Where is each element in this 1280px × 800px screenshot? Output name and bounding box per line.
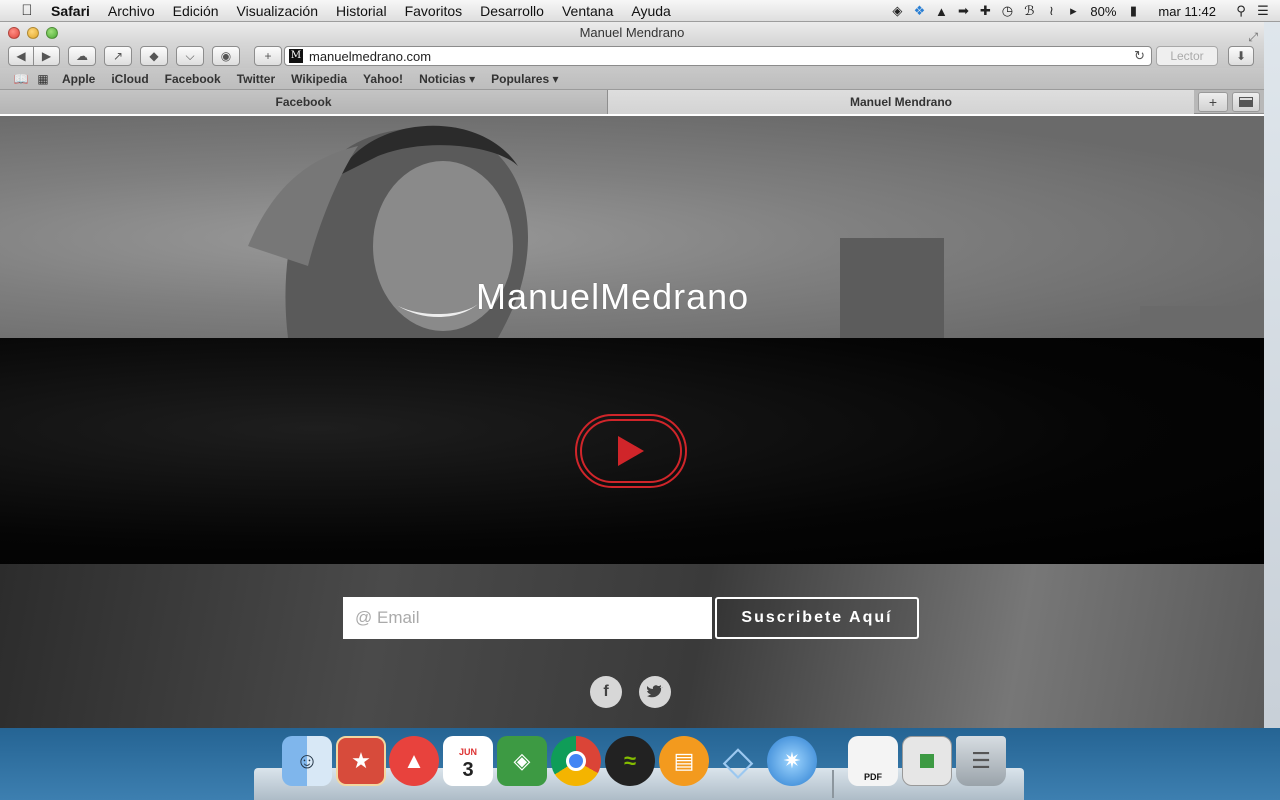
menu-historial[interactable]: Historial <box>327 3 396 19</box>
chrome-center <box>566 751 586 771</box>
site-logo-text: ManuelMedrano <box>476 276 750 317</box>
bookmark-wikipedia[interactable]: Wikipedia <box>283 72 355 86</box>
bookmark-noticias[interactable]: Noticias ▾ <box>411 72 483 86</box>
pocket-icon[interactable]: ⌵ <box>176 46 204 66</box>
time-machine-icon[interactable]: ◷ <box>996 3 1018 19</box>
reading-list-icon[interactable]: 📖 <box>10 72 32 86</box>
menu-ayuda[interactable]: Ayuda <box>622 3 679 19</box>
spotify-icon[interactable]: ≈ <box>605 736 655 786</box>
close-window-button[interactable] <box>8 27 20 39</box>
menu-ventana[interactable]: Ventana <box>553 3 622 19</box>
bookmark-facebook[interactable]: Facebook <box>157 72 229 86</box>
plus-status-icon[interactable]: ✚ <box>974 3 996 19</box>
ibooks-icon[interactable]: ▤ <box>659 736 709 786</box>
building-silhouette <box>1140 306 1264 338</box>
play-icon <box>618 436 644 466</box>
bluetooth-icon[interactable]: ℬ <box>1018 3 1040 19</box>
window-title: Manuel Mendrano <box>579 25 685 40</box>
hero-banner: ManuelMedrano <box>0 116 1264 338</box>
new-tab-button[interactable]: + <box>1198 92 1228 112</box>
zoom-window-button[interactable] <box>46 27 58 39</box>
volume-icon[interactable]: ▸ <box>1062 3 1084 19</box>
toolbar: ◀ ▶ ☁ ↗ ◆ ⌵ ◉ + M manuelmedrano.com ↻ Le… <box>0 44 1264 68</box>
web-page: ManuelMedrano @ Email Suscribete Aquí f <box>0 116 1264 728</box>
dock-divider <box>832 770 834 798</box>
reload-icon[interactable]: ↻ <box>1134 48 1145 64</box>
dropbox-status-icon[interactable]: ❖ <box>908 3 930 19</box>
signup-section: @ Email Suscribete Aquí f <box>0 564 1264 728</box>
downloads-icon[interactable]: ⬇ <box>1228 46 1254 66</box>
building-silhouette <box>840 238 944 338</box>
tab-facebook[interactable]: Facebook <box>0 90 608 114</box>
wunderlist-icon[interactable]: ★ <box>336 736 386 786</box>
bookmarks-bar: 📖 ▦ Apple iCloud Facebook Twitter Wikipe… <box>0 68 1264 90</box>
finder-icon[interactable]: ☺ <box>282 736 332 786</box>
evernote-icon[interactable]: ◈ <box>497 736 547 786</box>
clock[interactable]: mar 11:42 <box>1144 4 1230 19</box>
site-logo[interactable]: ManuelMedrano <box>476 276 749 318</box>
dock: ☺ ★ ▲ JUN 3 ◈ ≈ ▤ ◇ ✷ PDF ☰ <box>254 734 1024 800</box>
desktop-edge <box>1264 22 1280 728</box>
menubar:  Safari Archivo Edición Visualización H… <box>0 0 1280 22</box>
chrome-icon[interactable] <box>551 736 601 786</box>
add-bookmark-button[interactable]: + <box>254 46 282 66</box>
back-button[interactable]: ◀ <box>8 46 34 66</box>
sails-icon[interactable]: ▲ <box>389 736 439 786</box>
top-sites-icon[interactable]: ▦ <box>32 72 54 86</box>
forward-button[interactable]: ▶ <box>34 46 60 66</box>
address-bar[interactable]: M manuelmedrano.com ↻ <box>284 46 1152 66</box>
pdf-preview-icon[interactable]: PDF <box>848 736 898 786</box>
calendar-icon[interactable]: JUN 3 <box>443 736 493 786</box>
browser-window: Manuel Mendrano ⤢ ◀ ▶ ☁ ↗ ◆ ⌵ ◉ + M manu… <box>0 22 1264 728</box>
hat-status-icon[interactable]: ▲ <box>930 4 952 19</box>
menu-archivo[interactable]: Archivo <box>99 3 164 19</box>
extension-icon[interactable]: ◉ <box>212 46 240 66</box>
bookmark-apple[interactable]: Apple <box>54 72 103 86</box>
battery-percent[interactable]: 80% <box>1084 4 1122 19</box>
evernote-clip-icon[interactable]: ◆ <box>140 46 168 66</box>
title-bar[interactable]: Manuel Mendrano ⤢ <box>0 22 1264 44</box>
arrows-status-icon[interactable]: ➡ <box>952 3 974 19</box>
show-all-tabs-icon[interactable] <box>1232 92 1260 112</box>
url-text[interactable]: manuelmedrano.com <box>309 49 431 64</box>
menu-edicion[interactable]: Edición <box>164 3 228 19</box>
email-field[interactable]: @ Email <box>343 597 712 639</box>
sketch-icon[interactable]: ◇ <box>713 736 763 786</box>
calendar-day: 3 <box>462 759 474 781</box>
facebook-icon[interactable]: f <box>590 676 622 708</box>
bookmark-icloud[interactable]: iCloud <box>103 72 156 86</box>
bookmark-yahoo[interactable]: Yahoo! <box>355 72 411 86</box>
app-menu[interactable]: Safari <box>42 3 99 19</box>
video-section <box>0 338 1264 564</box>
bookmark-populares[interactable]: Populares ▾ <box>483 72 566 86</box>
site-favicon: M <box>289 49 303 63</box>
window-thumbnail-badge <box>920 754 934 768</box>
evernote-status-icon[interactable]: ◈ <box>886 3 908 19</box>
share-icon[interactable]: ↗ <box>104 46 132 66</box>
safari-icon[interactable]: ✷ <box>767 736 817 786</box>
tab-manuel-mendrano[interactable]: Manuel Mendrano <box>608 90 1194 114</box>
notification-center-icon[interactable]: ☰ <box>1252 3 1274 19</box>
menu-favoritos[interactable]: Favoritos <box>396 3 472 19</box>
battery-icon[interactable]: ▮ <box>1122 3 1144 19</box>
wifi-icon[interactable]: ≀ <box>1040 3 1062 19</box>
spotlight-search-icon[interactable]: ⚲ <box>1230 3 1252 19</box>
window-thumbnail-icon[interactable] <box>902 736 952 786</box>
menu-visualizacion[interactable]: Visualización <box>228 3 327 19</box>
pdf-label: PDF <box>864 772 882 782</box>
bookmark-twitter[interactable]: Twitter <box>229 72 283 86</box>
trash-icon[interactable]: ☰ <box>956 736 1006 786</box>
reader-button[interactable]: Lector <box>1156 46 1218 66</box>
apple-logo-icon[interactable]:  <box>12 2 42 19</box>
subscribe-button[interactable]: Suscribete Aquí <box>715 597 919 639</box>
menu-desarrollo[interactable]: Desarrollo <box>471 3 553 19</box>
minimize-window-button[interactable] <box>27 27 39 39</box>
twitter-icon[interactable] <box>639 676 671 708</box>
play-video-button[interactable] <box>575 414 687 488</box>
icloud-tabs-icon[interactable]: ☁ <box>68 46 96 66</box>
tab-bar: Facebook Manuel Mendrano + <box>0 90 1264 114</box>
